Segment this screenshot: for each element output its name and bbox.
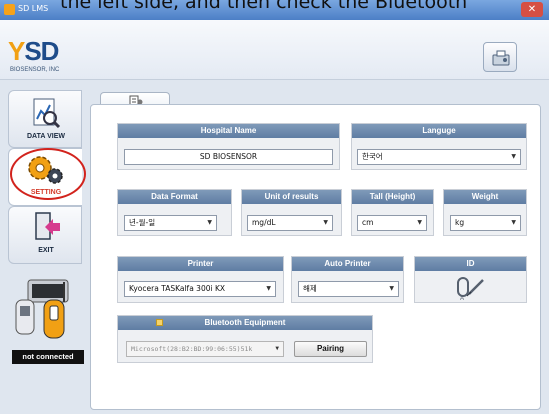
bluetooth-header-label: Bluetooth Equipment [204,318,286,327]
date-format-header: Data Format [118,190,231,204]
language-select[interactable]: 한국어 ▼ [357,149,521,165]
language-group: Languge 한국어 ▼ [351,123,527,170]
svg-text:A: A [460,296,464,302]
chevron-down-icon: ▼ [266,285,271,292]
connection-status: not connected [12,350,84,364]
device-illustration [14,276,76,340]
chevron-down-icon: ▼ [417,219,422,226]
printer-group: Printer Kyocera TASKalfa 300i KX ▼ [117,256,284,303]
sidebar: DATA VIEW SETTING EXIT not connected [8,80,86,410]
instruction-caption: the left side, and then check the Blueto… [60,0,468,13]
sidebar-item-data-view[interactable]: DATA VIEW [8,90,82,148]
height-unit-select[interactable]: cm ▼ [357,215,427,231]
auto-printer-header: Auto Printer [292,257,403,271]
weight-unit-select[interactable]: kg ▼ [450,215,521,231]
id-signature-icon[interactable]: A [455,274,487,302]
exit-door-icon [35,212,60,240]
brand-logo: YSD BIOSENSOR, INC [8,30,98,80]
unit-select[interactable]: mg/dL ▼ [247,215,333,231]
app-icon [4,4,15,15]
device-config-icon [492,50,510,66]
height-group: Tall (Height) cm ▼ [351,189,434,236]
brand-subtitle: BIOSENSOR, INC [10,67,60,73]
weight-unit-value: kg [455,218,465,227]
chevron-down-icon: ▼ [207,219,212,226]
date-format-group: Data Format 년-월-일 ▼ [117,189,232,236]
date-format-value: 년-월-일 [129,218,156,227]
hospital-name-header: Hospital Name [118,124,339,138]
sidebar-item-label: DATA VIEW [27,133,65,140]
language-header: Languge [352,124,526,138]
height-header: Tall (Height) [352,190,433,204]
unit-group: Unit of results mg/dL ▼ [241,189,342,236]
app-header: YSD BIOSENSOR, INC [0,20,549,80]
hospital-name-group: Hospital Name SD BIOSENSOR [117,123,340,170]
window-title: SD LMS [18,4,49,13]
chevron-down-icon: ▼ [511,153,516,160]
auto-printer-select[interactable]: 해제 ▼ [298,281,399,297]
bluetooth-header: Bluetooth Equipment [118,316,372,330]
weight-group: Weight kg ▼ [443,189,527,236]
auto-printer-value: 해제 [303,284,317,293]
chevron-down-icon: ▼ [323,219,328,226]
date-format-select[interactable]: 년-월-일 ▼ [124,215,217,231]
sidebar-item-exit[interactable]: EXIT [8,206,82,264]
bluetooth-device-select[interactable]: Microsoft(28:B2:BD:99:06:55)51k ▼ [126,341,284,357]
id-group: ID A [414,256,527,303]
bluetooth-device-value: Microsoft(28:B2:BD:99:06:55)51k [131,345,253,353]
chevron-down-icon: ▼ [273,342,279,356]
app-window: SD LMS ✕ YSD BIOSENSOR, INC DATA VIEW SE… [0,0,549,414]
id-header: ID [415,257,526,271]
device-config-button[interactable] [483,42,517,72]
auto-printer-group: Auto Printer 해제 ▼ [291,256,404,303]
brand-mark: YSD [8,36,59,66]
chevron-down-icon: ▼ [389,285,394,292]
glucose-meter-icon [15,279,69,339]
sidebar-item-label: EXIT [38,247,54,254]
unit-header: Unit of results [242,190,341,204]
bluetooth-icon [156,319,163,326]
data-chart-icon [33,98,61,129]
pairing-button[interactable]: Pairing [294,341,367,357]
weight-header: Weight [444,190,526,204]
height-unit-value: cm [362,218,374,227]
chevron-down-icon: ▼ [511,219,516,226]
bluetooth-group: Bluetooth Equipment Microsoft(28:B2:BD:9… [117,315,373,363]
hospital-name-input[interactable]: SD BIOSENSOR [124,149,333,165]
printer-header: Printer [118,257,283,271]
printer-value: Kyocera TASKalfa 300i KX [129,284,226,293]
highlight-annotation [10,148,86,200]
unit-value: mg/dL [252,218,276,227]
printer-select[interactable]: Kyocera TASKalfa 300i KX ▼ [124,281,276,297]
language-value: 한국어 [362,152,383,161]
